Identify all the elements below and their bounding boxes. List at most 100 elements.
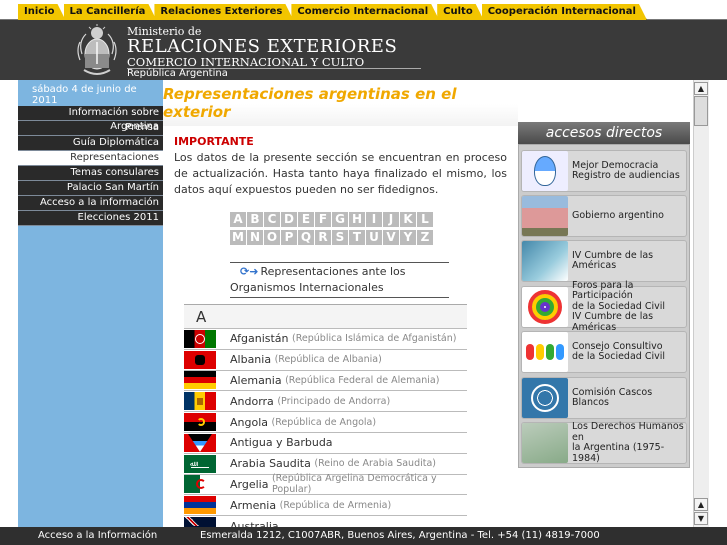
left-margin [0,80,18,527]
alphabet-index-row1: ABCDEFGHIJKL [230,212,450,227]
country-name: Argelia [230,477,269,491]
alphabet-letter[interactable]: J [383,212,399,227]
acceso-label: Foros para la Participación de la Socieda… [572,280,686,334]
alphabet-letter[interactable]: V [383,230,399,245]
acceso-line: Los Derechos Humanos en [572,421,684,443]
country-row[interactable]: Antigua y Barbuda [184,431,467,453]
acceso-line: la Argentina (1975-1984) [572,442,665,464]
sidebar-item-guia-diplomatica[interactable]: Guía Diplomática [18,136,163,151]
tab-cooperacion-internacional[interactable]: Cooperación Internacional [482,4,647,20]
acceso-line: de la Sociedad Civil [572,300,666,312]
country-row[interactable]: Armenia (República de Armenia) [184,494,467,515]
flag-icon [184,350,216,369]
acceso-iv-cumbre[interactable]: IV Cumbre de las Américas [521,240,687,282]
sidebar-item-elecciones[interactable]: Elecciones 2011 [18,211,163,226]
arrow-right-icon: ⟳➜ [240,265,259,278]
acceso-derechos-humanos[interactable]: Los Derechos Humanos en la Argentina (197… [521,421,687,464]
country-row[interactable]: Andorra (Principado de Andorra) [184,390,467,411]
flag-icon [184,433,216,452]
flag-icon [184,329,216,348]
footer-acceso-link[interactable]: Acceso a la Información [38,530,157,541]
acceso-thumbnail-icon [522,151,568,191]
flag-icon [184,496,216,515]
alphabet-letter[interactable]: E [298,212,314,227]
tab-relaciones-exteriores[interactable]: Relaciones Exteriores [154,4,293,20]
tab-culto[interactable]: Culto [437,4,484,20]
scroll-thumb[interactable] [694,96,708,126]
alphabet-letter[interactable]: T [349,230,365,245]
scroll-up-button-bottom[interactable]: ▲ [694,498,708,511]
alphabet-letter[interactable]: A [230,212,246,227]
tab-comercio-internacional[interactable]: Comercio Internacional [291,4,439,20]
acceso-label: Comisión Cascos Blancos [572,387,686,409]
alphabet-letter[interactable]: Y [400,230,416,245]
header-country: República Argentina [127,68,228,79]
acceso-foros-participacion[interactable]: Foros para la Participación de la Socieda… [521,280,687,332]
acceso-label: Mejor Democracia Registro de audiencias [572,160,680,182]
alphabet-index-row2: MNOPQRSTUVYZ [230,230,450,245]
country-official-name: (República Islámica de Afganistán) [292,333,457,345]
country-row[interactable]: Angola (República de Angola) [184,411,467,432]
coat-of-arms-icon [77,24,117,75]
alphabet-letter[interactable]: B [247,212,263,227]
acceso-line: Consejo Consultivo [572,340,663,352]
flag-icon: ﷲ [184,454,216,473]
sidebar-item-temas-consulares[interactable]: Temas consulares [18,166,163,181]
site-header: Ministerio de RELACIONES EXTERIORES COME… [0,20,727,80]
flag-icon [184,475,216,494]
sidebar-item-acceso-informacion[interactable]: Acceso a la información [18,196,163,211]
acceso-line: IV Cumbre de las Américas [572,311,654,333]
country-row[interactable]: Afganistán (República Islámica de Afgani… [184,328,467,349]
sidebar-item-palacio-san-martin[interactable]: Palacio San Martín [18,181,163,196]
alphabet-letter[interactable]: G [332,212,348,227]
alphabet-letter[interactable]: U [366,230,382,245]
alphabet-letter[interactable]: Q [298,230,314,245]
alphabet-letter[interactable]: L [417,212,433,227]
acceso-mejor-democracia[interactable]: Mejor Democracia Registro de audiencias [521,150,687,192]
acceso-cascos-blancos[interactable]: Comisión Cascos Blancos [521,377,687,419]
alphabet-letter[interactable]: S [332,230,348,245]
country-name: Angola [230,415,269,429]
country-name: Alemania [230,373,282,387]
country-name: Albania [230,353,272,367]
acceso-label: Consejo Consultivo de la Sociedad Civil [572,340,666,363]
organismos-link[interactable]: ⟳➜ Representaciones ante los Organismos I… [230,264,450,296]
tab-inicio[interactable]: Inicio [18,4,66,20]
alphabet-letter[interactable]: N [247,230,263,245]
scroll-up-button[interactable]: ▲ [694,82,708,95]
sidebar-item-prensa[interactable]: Prensa [18,121,163,136]
alphabet-letter[interactable]: R [315,230,331,245]
alphabet-letter[interactable]: D [281,212,297,227]
country-row[interactable]: Alemania (República Federal de Alemania) [184,369,467,391]
country-row[interactable]: ﷲ Arabia Saudita (Reino de Arabia Saudita… [184,452,467,474]
alphabet-letter[interactable]: F [315,212,331,227]
sidebar-item-representaciones[interactable]: Representaciones argentinas [18,151,163,177]
alphabet-letter[interactable]: K [400,212,416,227]
top-nav: Inicio La Cancillería Relaciones Exterio… [0,0,727,20]
acceso-line: de la Sociedad Civil [572,351,666,362]
acceso-thumbnail-icon [522,241,568,281]
alphabet-letter[interactable]: C [264,212,280,227]
sidebar-item-informacion[interactable]: Información sobre Argentina [18,106,163,132]
alphabet-letter[interactable]: H [349,212,365,227]
flag-icon [184,392,216,411]
header-subtitle: COMERCIO INTERNACIONAL Y CULTO [127,55,365,69]
country-row[interactable]: Argelia (República Argelina Democrática … [184,473,467,495]
alphabet-letter[interactable]: I [366,212,382,227]
tab-la-cancilleria[interactable]: La Cancillería [64,4,157,20]
alphabet-letter[interactable]: O [264,230,280,245]
country-official-name: (Reino de Arabia Saudita) [314,458,437,470]
divider [230,297,449,298]
notice-text: Los datos de la presente sección se encu… [174,151,507,196]
acceso-gobierno-argentino[interactable]: Gobierno argentino [521,195,687,237]
alphabet-letter[interactable]: M [230,230,246,245]
alphabet-letter[interactable]: P [281,230,297,245]
current-date: sábado 4 de junio de 2011 [18,80,163,106]
acceso-line: Gobierno argentino [572,209,664,221]
vertical-scrollbar[interactable] [693,80,709,527]
acceso-consejo-consultivo[interactable]: Consejo Consultivo de la Sociedad Civil [521,331,687,373]
scroll-down-button[interactable]: ▼ [694,512,708,525]
alphabet-letter[interactable]: Z [417,230,433,245]
footer-address: Esmeralda 1212, C1007ABR, Buenos Aires, … [200,530,600,541]
country-row[interactable]: Albania (República de Albania) [184,348,467,370]
